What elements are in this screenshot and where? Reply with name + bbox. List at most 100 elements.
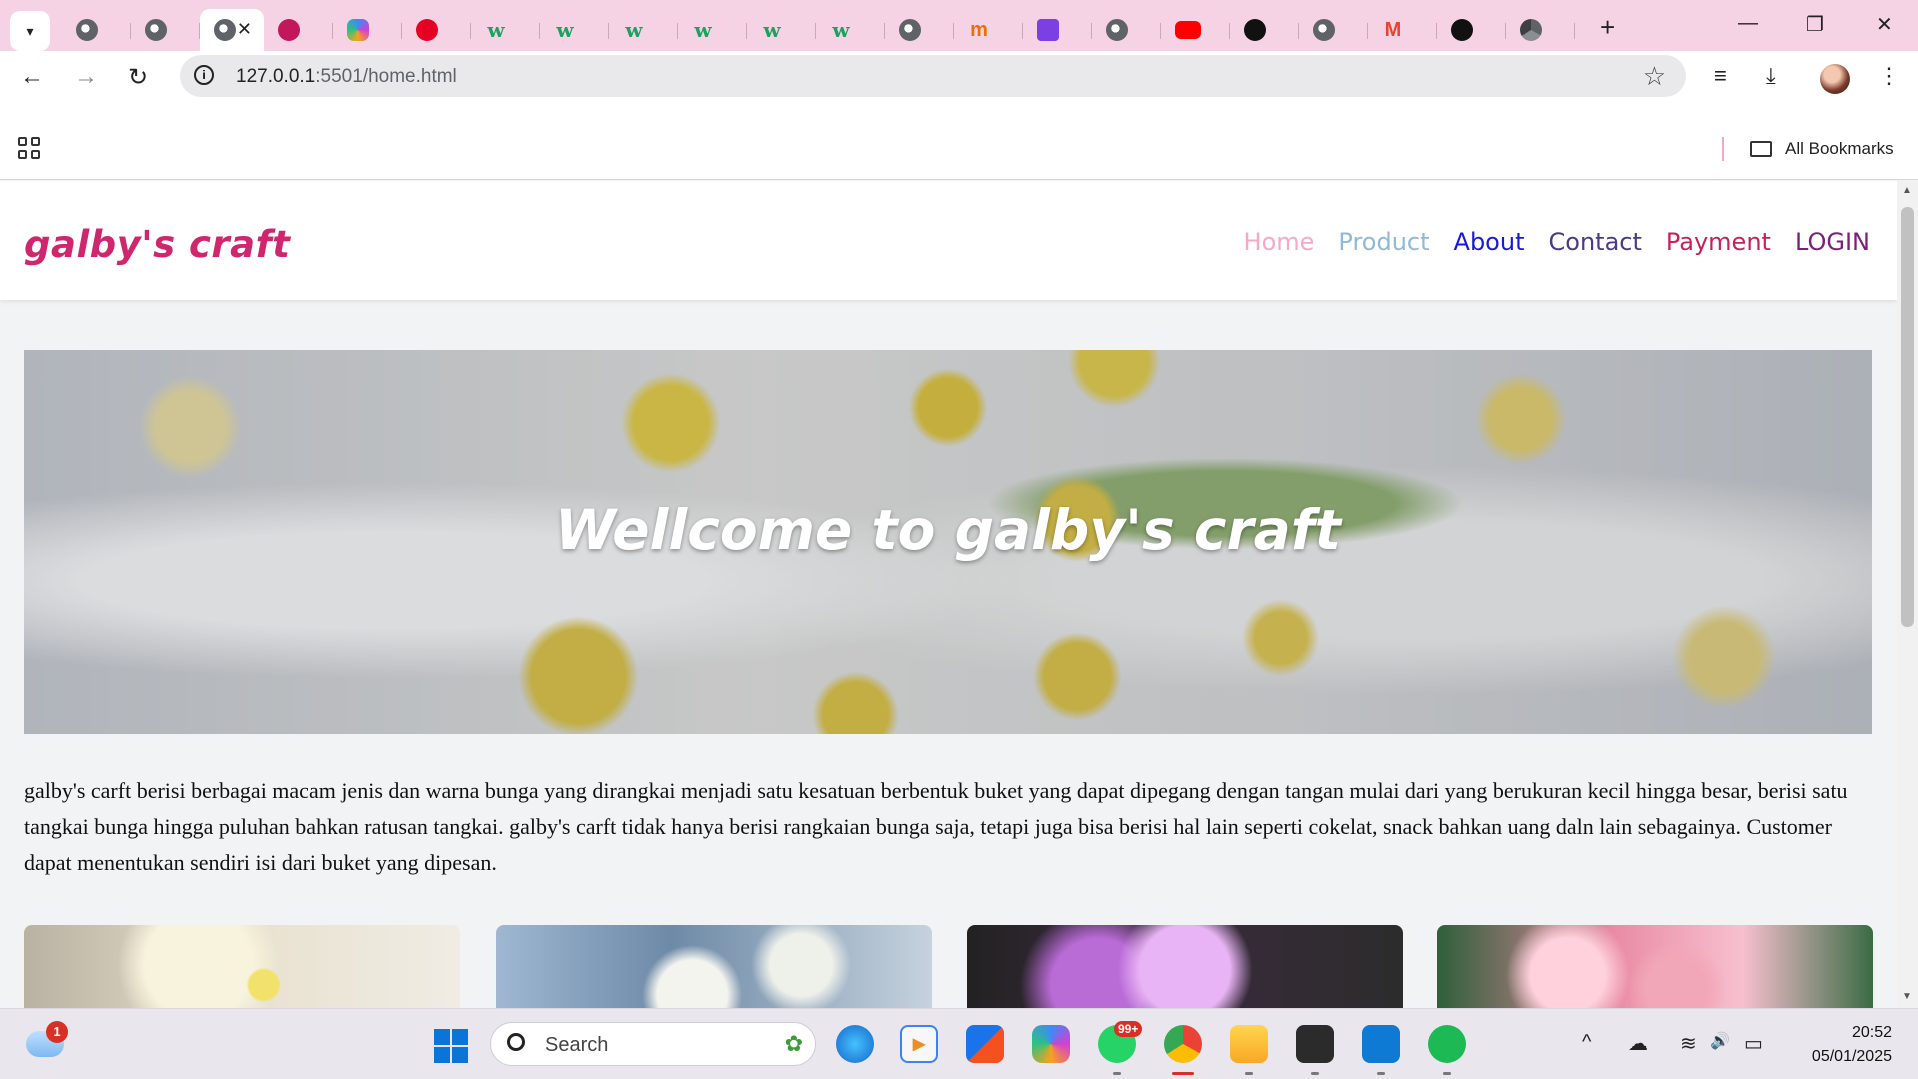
browser-tab[interactable] bbox=[402, 9, 471, 51]
product-cards bbox=[24, 925, 1873, 1008]
browser-tab[interactable]: w bbox=[471, 9, 540, 51]
scroll-down-arrow-icon[interactable]: ▼ bbox=[1902, 991, 1912, 1002]
vscode-icon[interactable] bbox=[1362, 1025, 1400, 1075]
browser-tab[interactable] bbox=[62, 9, 131, 51]
all-bookmarks-button[interactable]: All Bookmarks bbox=[1785, 139, 1894, 159]
browser-tab[interactable]: w bbox=[816, 9, 885, 51]
browser-tab[interactable] bbox=[264, 9, 333, 51]
edge-icon[interactable] bbox=[836, 1025, 874, 1063]
browser-tab[interactable]: w bbox=[678, 9, 747, 51]
folder-icon bbox=[1750, 141, 1772, 157]
browser-tab[interactable]: m bbox=[954, 9, 1023, 51]
media-controls-icon[interactable]: ≡ bbox=[1714, 63, 1727, 89]
minimize-button[interactable]: — bbox=[1738, 12, 1758, 35]
restore-button[interactable]: ❐ bbox=[1806, 12, 1824, 37]
browser-tab[interactable] bbox=[1230, 9, 1299, 51]
onedrive-icon[interactable]: ☁ bbox=[1628, 1031, 1648, 1056]
start-button[interactable] bbox=[434, 1029, 468, 1063]
url-text[interactable]: 127.0.0.1:5501/home.html bbox=[236, 66, 457, 88]
browser-toolbar: ← → ↻ i 127.0.0.1:5501/home.html ☆ ≡ ⤓ ⋮ bbox=[0, 51, 1918, 102]
site-logo[interactable]: galby's craft bbox=[24, 223, 290, 266]
reload-button[interactable]: ↻ bbox=[128, 63, 148, 92]
intro-paragraph: galby's carft berisi berbagai macam jeni… bbox=[24, 778, 1848, 875]
active-page-icon bbox=[214, 19, 236, 41]
back-button[interactable]: ← bbox=[20, 63, 44, 91]
search-highlight-icon: ✿ bbox=[784, 1031, 803, 1056]
scroll-up-arrow-icon[interactable]: ▲ bbox=[1902, 185, 1912, 196]
volume-icon[interactable]: 🔊 bbox=[1710, 1031, 1730, 1051]
browser-tab[interactable]: w bbox=[609, 9, 678, 51]
forward-button[interactable]: → bbox=[74, 63, 98, 91]
nav-link-payment[interactable]: Payment bbox=[1666, 228, 1771, 256]
product-card-image[interactable] bbox=[1437, 925, 1873, 1008]
apps-grid-icon[interactable] bbox=[18, 137, 40, 159]
browser-tab[interactable] bbox=[1161, 9, 1230, 51]
bookmark-star-icon[interactable]: ☆ bbox=[1643, 61, 1666, 92]
terminal-icon[interactable] bbox=[1296, 1025, 1334, 1075]
browser-tab[interactable]: w bbox=[747, 9, 816, 51]
nav-link-contact[interactable]: Contact bbox=[1549, 228, 1642, 256]
product-card-image[interactable] bbox=[496, 925, 932, 1008]
h-icon bbox=[1037, 19, 1059, 41]
browser-menu-icon[interactable]: ⋮ bbox=[1878, 63, 1900, 89]
tab-search-button[interactable]: ▾ bbox=[10, 11, 50, 51]
search-icon bbox=[507, 1033, 525, 1051]
taskbar-clock[interactable]: 20:52 05/01/2025 bbox=[1780, 1021, 1892, 1069]
tab-list: ✕ w w w w w w m M bbox=[62, 9, 1575, 51]
tab-strip: ▾ ✕ w w w w w w m M + — ❐ ✕ bbox=[0, 0, 1918, 51]
browser-tab[interactable] bbox=[1023, 9, 1092, 51]
bookmarks-divider bbox=[1722, 137, 1724, 161]
weather-badge: 1 bbox=[46, 1021, 68, 1043]
close-tab-icon[interactable]: ✕ bbox=[237, 19, 252, 40]
browser-tab[interactable]: ✕ bbox=[200, 9, 264, 51]
browser-tab[interactable] bbox=[1299, 9, 1368, 51]
copilot-icon[interactable] bbox=[1032, 1025, 1070, 1063]
spotify-icon[interactable] bbox=[1428, 1025, 1466, 1075]
whatsapp-badge: 99+ bbox=[1114, 1021, 1143, 1037]
battery-icon[interactable]: ▭ bbox=[1744, 1031, 1763, 1056]
browser-tab[interactable] bbox=[885, 9, 954, 51]
globe-icon bbox=[1106, 19, 1128, 41]
close-window-button[interactable]: ✕ bbox=[1876, 12, 1893, 37]
w3schools-icon: w bbox=[556, 18, 574, 42]
new-tab-button[interactable]: + bbox=[1600, 12, 1615, 43]
nav-link-home[interactable]: Home bbox=[1244, 228, 1315, 256]
store-icon[interactable] bbox=[966, 1025, 1004, 1063]
nav-link-login[interactable]: LOGIN bbox=[1795, 228, 1870, 256]
product-card-image[interactable] bbox=[967, 925, 1403, 1008]
downloads-icon[interactable]: ⤓ bbox=[1766, 63, 1776, 89]
nav-link-about[interactable]: About bbox=[1454, 228, 1525, 256]
taskbar-search[interactable]: Search ✿ bbox=[490, 1022, 816, 1066]
file-explorer-icon[interactable] bbox=[1230, 1025, 1268, 1075]
chrome-icon[interactable] bbox=[1164, 1025, 1202, 1075]
browser-tab[interactable] bbox=[1437, 9, 1506, 51]
tray-chevron-icon[interactable]: ^ bbox=[1582, 1031, 1591, 1054]
address-bar[interactable]: i 127.0.0.1:5501/home.html ☆ bbox=[180, 55, 1686, 97]
profile-avatar[interactable] bbox=[1820, 64, 1850, 94]
site-info-icon[interactable]: i bbox=[194, 65, 214, 85]
clock-date: 05/01/2025 bbox=[1811, 1048, 1892, 1065]
clock-time: 20:52 bbox=[1851, 1024, 1892, 1041]
browser-tab[interactable] bbox=[131, 9, 200, 51]
url-host: 127.0.0.1 bbox=[236, 66, 316, 87]
browser-tab[interactable]: M bbox=[1368, 9, 1437, 51]
bookmarks-bar bbox=[0, 102, 1918, 180]
browser-tab[interactable] bbox=[333, 9, 402, 51]
taskbar: 1 Search ✿ ▶ 99+ ^ ☁ ≋ 🔊 ▭ 20:52 05/01/2… bbox=[0, 1008, 1918, 1079]
browser-tab[interactable] bbox=[1092, 9, 1161, 51]
scrollbar-thumb[interactable] bbox=[1901, 207, 1914, 627]
copilot-icon bbox=[347, 19, 369, 41]
browser-tab[interactable] bbox=[1506, 9, 1575, 51]
product-card-image[interactable] bbox=[24, 925, 460, 1008]
w3schools-icon: w bbox=[625, 18, 643, 42]
search-placeholder: Search bbox=[545, 1034, 609, 1056]
page-scrollbar[interactable]: ▲ ▼ bbox=[1897, 181, 1918, 1008]
media-player-icon[interactable]: ▶ bbox=[900, 1025, 938, 1063]
browser-tab[interactable]: w bbox=[540, 9, 609, 51]
chevron-down-icon: ▾ bbox=[26, 22, 34, 39]
wifi-icon[interactable]: ≋ bbox=[1680, 1031, 1697, 1056]
pinterest-icon bbox=[416, 19, 438, 41]
w3schools-icon: w bbox=[763, 18, 781, 42]
nav-link-product[interactable]: Product bbox=[1338, 228, 1429, 256]
lips-icon bbox=[278, 19, 300, 41]
